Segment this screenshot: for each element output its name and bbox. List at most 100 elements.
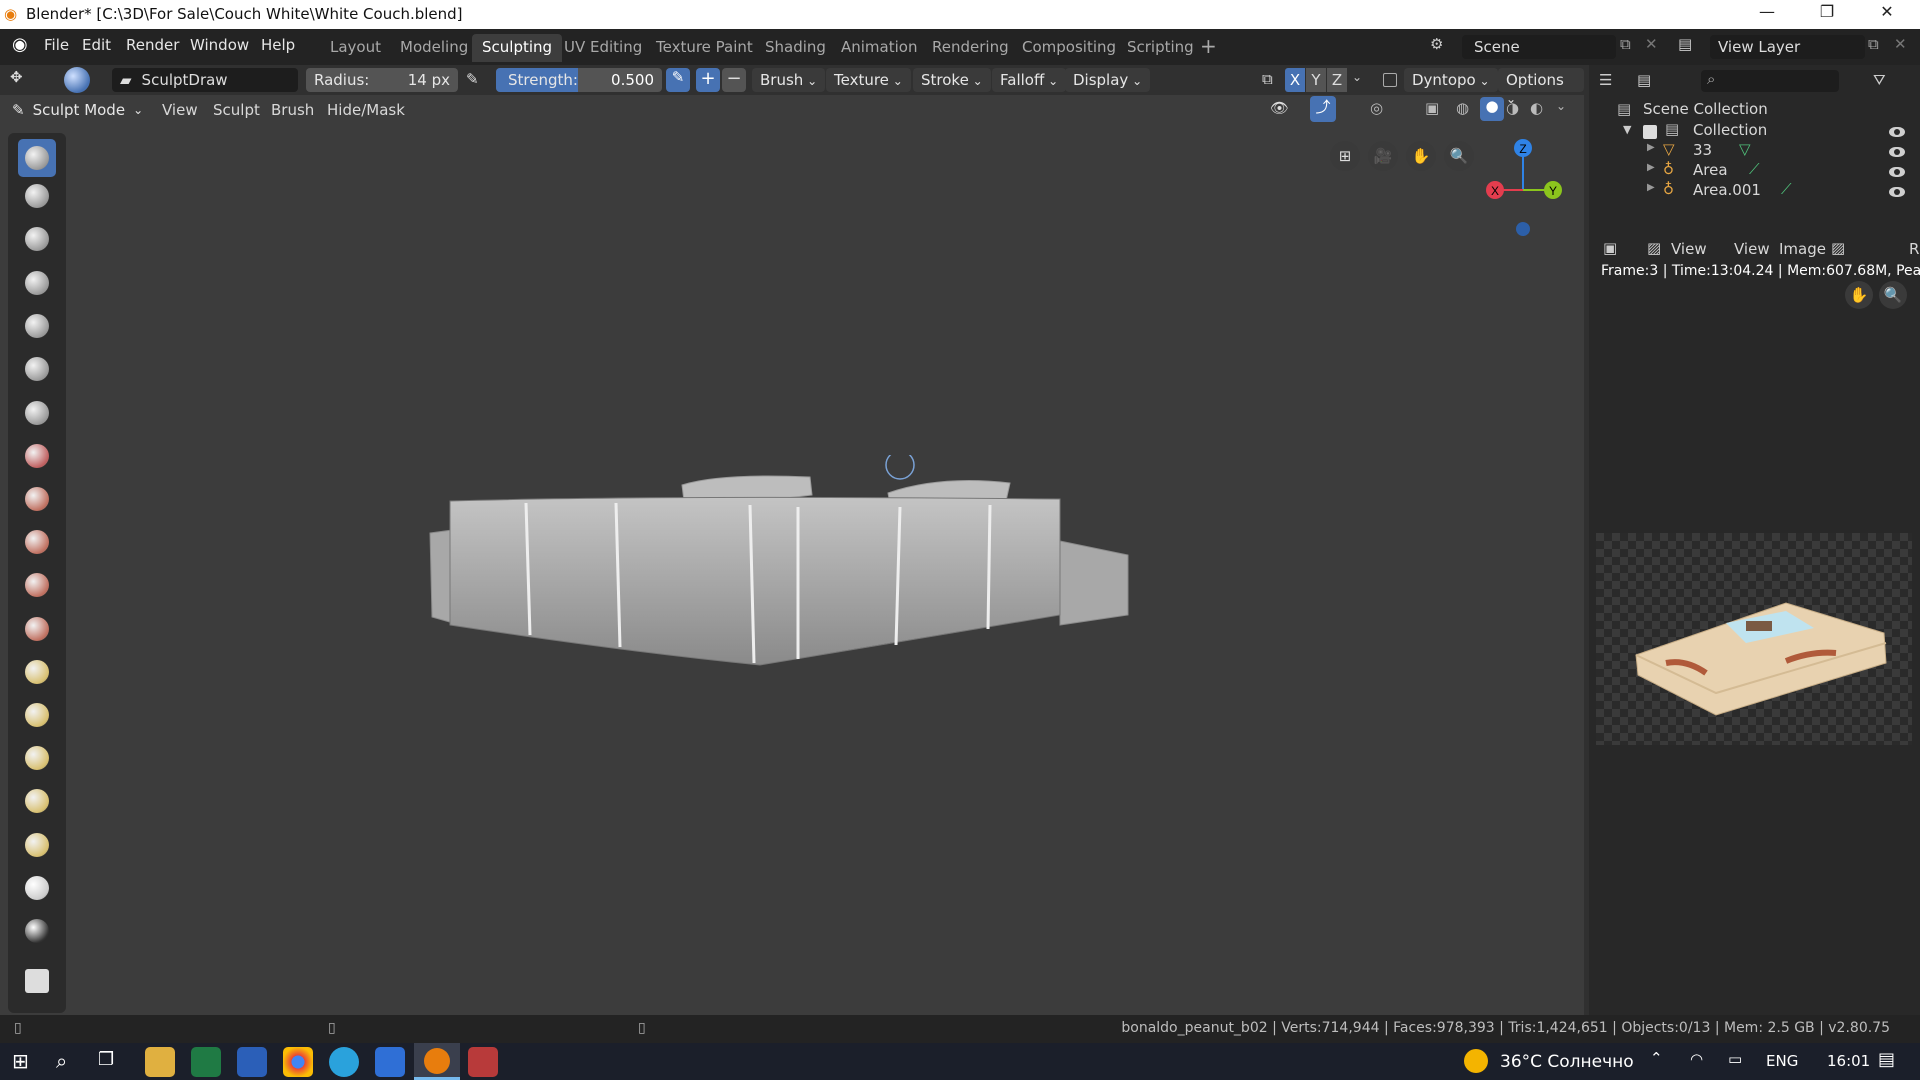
display-menu[interactable]: Display xyxy=(1065,68,1151,92)
brush-preview-icon[interactable] xyxy=(64,67,90,93)
search-icon[interactable]: ⌕ xyxy=(56,1049,67,1073)
menu-help[interactable]: Help xyxy=(261,36,295,54)
add-workspace-icon[interactable]: + xyxy=(1200,34,1217,58)
chrome-icon[interactable] xyxy=(283,1047,313,1077)
winrar-icon[interactable] xyxy=(468,1047,498,1077)
menu-view[interactable]: View xyxy=(1734,240,1770,258)
rotate-tool-icon[interactable] xyxy=(18,826,56,864)
tab-modeling[interactable]: Modeling xyxy=(390,34,478,62)
tab-texture-paint[interactable]: Texture Paint xyxy=(646,34,763,62)
camera-view-icon[interactable]: 🎥 xyxy=(1368,141,1398,171)
menu-window[interactable]: Window xyxy=(190,36,249,54)
tab-uv-editing[interactable]: UV Editing xyxy=(554,34,652,62)
image-mode-icon[interactable]: ▨ xyxy=(1647,239,1661,257)
mirror-x-toggle[interactable]: X xyxy=(1285,68,1305,92)
flatten-tool-icon[interactable] xyxy=(18,480,56,518)
battery-icon[interactable]: ▭ xyxy=(1728,1050,1742,1068)
pinch-tool-icon[interactable] xyxy=(18,610,56,648)
weather-text[interactable]: 36°C Солнечно xyxy=(1500,1052,1634,1072)
notifications-icon[interactable]: ▤ xyxy=(1878,1049,1895,1070)
grid-view-icon[interactable]: ⊞ xyxy=(1330,141,1360,171)
grab-tool-icon[interactable] xyxy=(18,653,56,691)
outliner-editor-icon[interactable]: ☰ xyxy=(1599,71,1612,89)
neg-z-axis-icon[interactable] xyxy=(1516,222,1530,236)
brush-name-field[interactable]: ▰ SculptDraw xyxy=(112,68,298,92)
minimize-button[interactable]: — xyxy=(1744,2,1790,28)
close-button[interactable]: ✕ xyxy=(1864,2,1910,28)
outliner-item-area-001[interactable]: Area.001 xyxy=(1693,181,1761,199)
inflate-tool-icon[interactable] xyxy=(18,307,56,345)
menu-sculpt[interactable]: Sculpt xyxy=(213,101,260,119)
scene-collection-label[interactable]: Scene Collection xyxy=(1643,100,1768,118)
view-mode-dropdown[interactable]: View xyxy=(1671,240,1707,258)
scene-field[interactable]: Scene xyxy=(1462,35,1616,59)
scene-icon[interactable]: ⚙ xyxy=(1430,35,1443,53)
blender-taskbar-button[interactable] xyxy=(414,1043,460,1080)
eye-icon[interactable] xyxy=(1889,167,1905,177)
remove-view-layer-icon[interactable]: ✕ xyxy=(1894,35,1907,53)
visibility-icon[interactable]: 👁 xyxy=(1270,99,1289,117)
crease-tool-icon[interactable] xyxy=(18,394,56,432)
dyntopo-checkbox[interactable] xyxy=(1383,73,1397,87)
xray-icon[interactable]: ▣ xyxy=(1425,99,1439,117)
scrape-tool-icon[interactable] xyxy=(18,566,56,604)
menu-file[interactable]: File xyxy=(44,36,69,54)
radius-slider[interactable]: Radius: 14 px xyxy=(306,68,458,92)
solid-shading-icon[interactable]: ● xyxy=(1480,97,1504,121)
clay-tool-icon[interactable] xyxy=(18,177,56,215)
brush-menu[interactable]: Brush xyxy=(752,68,826,92)
new-view-layer-icon[interactable]: ⧉ xyxy=(1868,35,1879,53)
eye-icon[interactable] xyxy=(1889,187,1905,197)
material-shading-icon[interactable]: ◑ xyxy=(1506,99,1519,117)
falloff-menu[interactable]: Falloff xyxy=(992,68,1067,92)
outliner-item-area[interactable]: Area xyxy=(1693,161,1728,179)
language-indicator[interactable]: ENG xyxy=(1766,1052,1798,1070)
mirror-y-toggle[interactable]: Y xyxy=(1306,68,1326,92)
restore-button[interactable]: ❐ xyxy=(1804,2,1850,28)
pan-hand-icon[interactable]: ✋ xyxy=(1406,141,1436,171)
subtract-direction-button[interactable]: − xyxy=(722,68,746,92)
navigation-gizmo[interactable]: Z X Y xyxy=(1480,134,1580,244)
wireframe-shading-icon[interactable]: ◍ xyxy=(1456,99,1469,117)
thumb-tool-icon[interactable] xyxy=(18,739,56,777)
layer-tool-icon[interactable] xyxy=(18,264,56,302)
file-explorer-icon[interactable] xyxy=(145,1047,175,1077)
new-scene-icon[interactable]: ⧉ xyxy=(1620,35,1631,53)
smooth-tool-icon[interactable] xyxy=(18,437,56,475)
couch-model[interactable] xyxy=(420,455,1140,685)
tab-compositing[interactable]: Compositing xyxy=(1012,34,1126,62)
render-slot-label[interactable]: R xyxy=(1909,240,1919,258)
clock[interactable]: 16:01 xyxy=(1827,1052,1870,1070)
zoom-icon[interactable]: 🔍 xyxy=(1444,141,1474,171)
view-layer-field[interactable]: View Layer xyxy=(1710,35,1865,59)
menu-brush[interactable]: Brush xyxy=(271,101,314,119)
annotate-tool-icon[interactable] xyxy=(18,962,56,1000)
excel-icon[interactable] xyxy=(191,1047,221,1077)
editor-type-icon[interactable]: ✥ xyxy=(10,68,23,86)
menu-hide-mask[interactable]: Hide/Mask xyxy=(327,101,405,119)
tab-animation[interactable]: Animation xyxy=(831,34,927,62)
fill-tool-icon[interactable] xyxy=(18,523,56,561)
eye-icon[interactable] xyxy=(1889,147,1905,157)
blob-tool-icon[interactable] xyxy=(18,350,56,388)
pan-hand-icon[interactable]: ✋ xyxy=(1845,281,1873,309)
dyntopo-menu[interactable]: Dyntopo xyxy=(1404,68,1498,92)
eye-icon[interactable] xyxy=(1889,127,1905,137)
windows-start-icon[interactable]: ⊞ xyxy=(12,1049,29,1073)
menu-render[interactable]: Render xyxy=(126,36,179,54)
image-browse-icon[interactable]: ▨ xyxy=(1831,239,1845,257)
tab-sculpting[interactable]: Sculpting xyxy=(472,34,563,62)
task-view-icon[interactable]: ❐ xyxy=(98,1049,114,1070)
tab-rendering[interactable]: Rendering xyxy=(922,34,1019,62)
tab-scripting[interactable]: Scripting xyxy=(1117,34,1204,62)
options-menu[interactable]: Options xyxy=(1498,68,1584,92)
shading-options-icon[interactable]: ⌄ xyxy=(1556,99,1566,113)
view-layer-icon[interactable]: ▤ xyxy=(1678,35,1692,53)
collapse-arrow-icon[interactable]: ▼ xyxy=(1623,123,1631,136)
simplify-tool-icon[interactable] xyxy=(18,869,56,907)
rendered-shading-icon[interactable]: ◐ xyxy=(1530,99,1543,117)
outliner-search-input[interactable]: ⌕ xyxy=(1701,70,1839,92)
menu-image[interactable]: Image xyxy=(1779,240,1826,258)
vpn-shield-icon[interactable] xyxy=(375,1047,405,1077)
overlays-icon[interactable]: ◎ xyxy=(1370,99,1383,117)
